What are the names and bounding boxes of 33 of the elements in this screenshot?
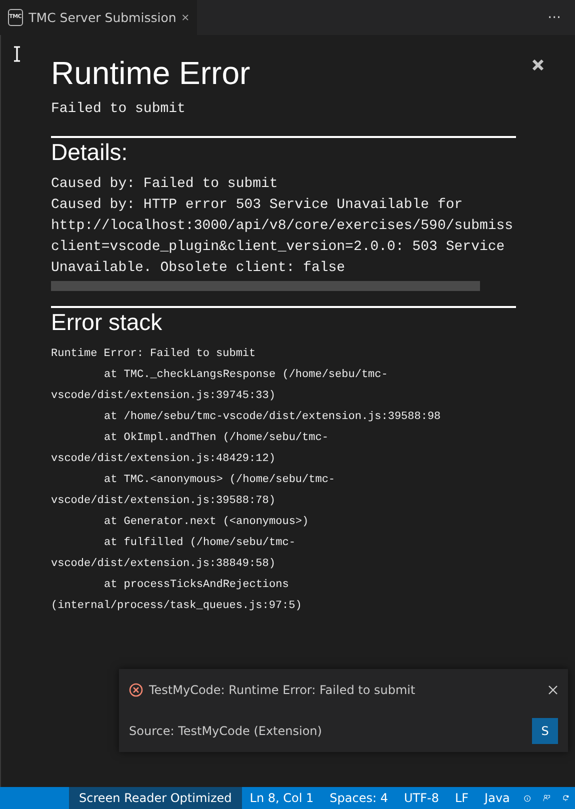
stack-line: at TMC._checkLangsResponse (/home/sebu/tmc-	[103, 368, 389, 383]
error-title: Runtime Error	[51, 54, 252, 93]
stack-line: vscode/dist/extension.js:39745:33)	[51, 389, 276, 404]
status-item[interactable]: Ln 8, Col 1	[242, 787, 322, 809]
status-item[interactable]: UTF-8	[396, 787, 447, 809]
details-text: client=vscode_plugin&client_version=2.0.0: 503 Service	[51, 238, 506, 257]
more-actions-button[interactable]: ···	[534, 0, 575, 35]
status-item[interactable]: Screen Reader Optimized	[69, 787, 242, 809]
stack-line: vscode/dist/extension.js:39588:78)	[51, 494, 276, 509]
stack-line: at OkImpl.andThen (/home/sebu/tmc-	[103, 431, 330, 446]
details-text: Unavailable. Obsolete client: false	[51, 259, 346, 278]
error-message: Failed to submit	[51, 100, 186, 119]
details-text: Caused by: Failed to submit	[51, 175, 279, 194]
stack-line: at TMC.<anonymous> (/home/sebu/tmc-	[103, 473, 336, 488]
stack-line: at fulfilled (/home/sebu/tmc-	[103, 536, 296, 551]
notification-message: TestMyCode: Runtime Error: Failed to submit	[149, 682, 416, 697]
details-text: Caused by: HTTP error 503 Service Unavailable for	[51, 196, 464, 215]
status-item[interactable]: Spaces: 4	[322, 787, 396, 809]
stack-line: at Generator.next (<anonymous>)	[103, 515, 310, 530]
tab-label: TMC Server Submission	[28, 10, 176, 25]
status-item[interactable]: Java	[476, 787, 518, 809]
stack-line: Runtime Error: Failed to submit	[51, 347, 257, 362]
status-item[interactable]: LF	[446, 787, 477, 809]
stack-line: vscode/dist/extension.js:48429:12)	[51, 452, 276, 467]
stack-line: vscode/dist/extension.js:38849:58)	[51, 557, 276, 572]
details-text: http://localhost:3000/api/v8/core/exercises/590/submiss	[51, 217, 514, 236]
stack-heading: Error stack	[51, 308, 164, 336]
notification-source: Source: TestMyCode (Extension)	[129, 724, 322, 738]
stack-line: at processTicksAndRejections	[103, 578, 290, 593]
stack-line: at /home/sebu/tmc-vscode/dist/extension.js:39588:98	[103, 410, 442, 425]
details-heading: Details:	[51, 138, 129, 166]
notification-button[interactable]: S	[532, 718, 558, 744]
stack-line: (internal/process/task_queues.js:97:5)	[51, 599, 303, 614]
